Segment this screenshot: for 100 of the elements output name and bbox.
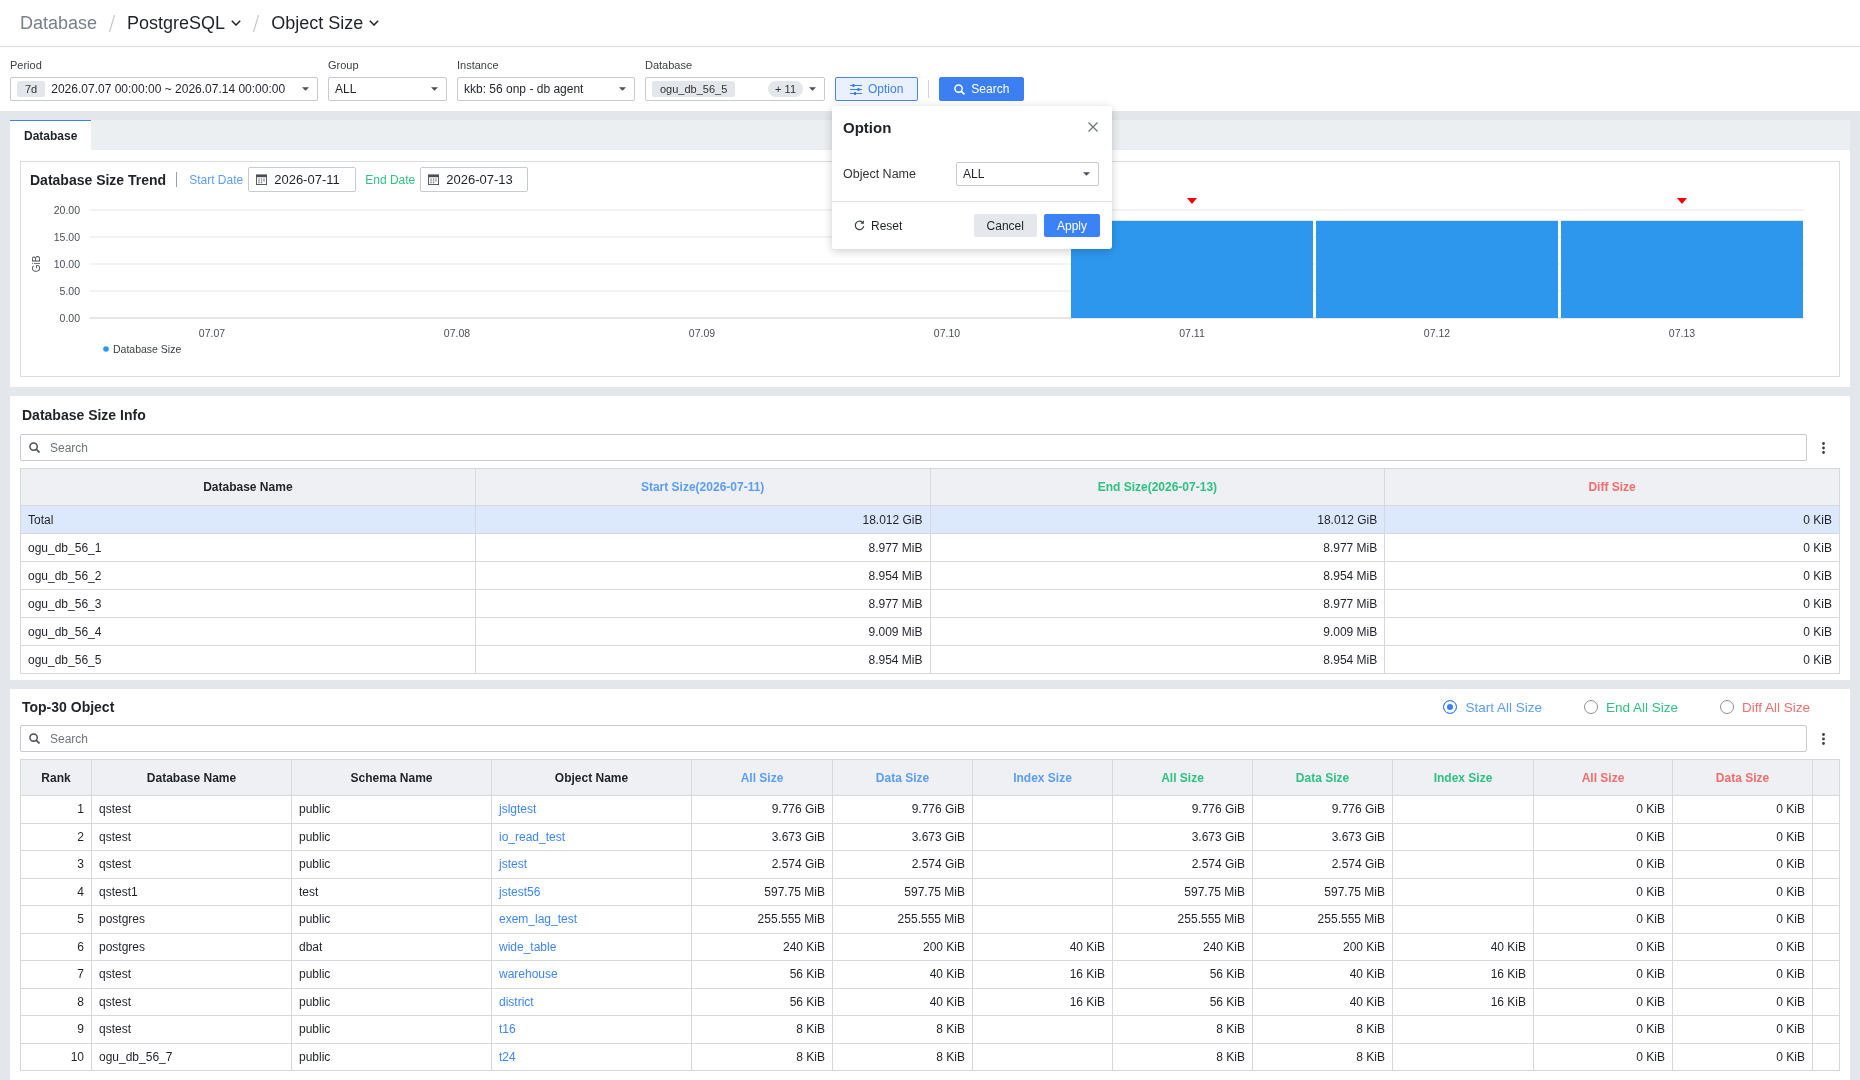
table-row[interactable]: ogu_db_56_1 8.977 MiB 8.977 MiB 0 KiB — [20, 533, 1840, 562]
object-link[interactable]: t24 — [499, 1049, 516, 1064]
column-header[interactable]: Index Size — [972, 759, 1113, 796]
column-header[interactable]: All Size — [691, 759, 833, 796]
search-field[interactable]: Search — [20, 434, 1807, 461]
date-marker-icon — [1677, 198, 1687, 204]
radio-button[interactable] — [1583, 700, 1598, 714]
table-cell: postgres — [91, 905, 292, 933]
table-cell: 16 KiB — [1392, 960, 1534, 988]
table-cell: ogu_db_56_1 — [20, 533, 476, 562]
date-label: End Date — [365, 172, 416, 187]
column-header[interactable]: End Size(2026-07-13) — [930, 468, 1385, 506]
column-header[interactable]: Start Size(2026-07-11) — [475, 468, 930, 506]
dropdown[interactable]: ALL — [328, 77, 447, 101]
more-icon[interactable] — [1822, 732, 1825, 745]
table-cell: 8 KiB — [1112, 1043, 1253, 1071]
radio-label[interactable]: Start All Size — [1465, 699, 1542, 715]
column-header[interactable]: All Size — [1112, 759, 1253, 796]
table-cell: 3.673 GiB — [1112, 823, 1253, 851]
object-link[interactable]: jstest — [499, 857, 527, 872]
table-cell: 255.555 MiB — [832, 905, 973, 933]
caret-icon — [809, 87, 816, 91]
table-cell: qstest1 — [91, 878, 292, 906]
axis-label: 10.00 — [53, 257, 80, 270]
column-header[interactable]: All Size — [1533, 759, 1673, 796]
table-cell: 0 KiB — [1533, 905, 1673, 933]
table-cell: qstest — [91, 823, 292, 851]
table-cell: 0 KiB — [1672, 823, 1813, 851]
table-cell: 40 KiB — [1252, 960, 1393, 988]
axis-label: 07.13 — [1668, 327, 1696, 339]
axis-label: 07.11 — [1179, 327, 1205, 339]
radio-label[interactable]: End All Size — [1605, 699, 1678, 715]
table-cell: 8 KiB — [832, 1015, 973, 1043]
filter-label: Database — [645, 59, 694, 72]
table-cell: 3.673 GiB — [691, 823, 833, 851]
object-link[interactable]: wide_table — [499, 939, 557, 954]
column-header[interactable]: Database Name — [91, 759, 292, 796]
object-link[interactable]: warehouse — [499, 967, 558, 982]
column-header[interactable]: Rank — [20, 759, 92, 796]
table-row[interactable]: Total 18.012 GiB 18.012 GiB 0 KiB — [20, 505, 1840, 534]
table-cell: 4 — [20, 878, 92, 906]
object-link[interactable]: jslgtest — [499, 802, 537, 817]
table-cell: public — [291, 988, 492, 1016]
table-cell: qstest — [91, 795, 292, 823]
column-header[interactable]: Data Size — [1672, 759, 1813, 796]
table-row[interactable]: ogu_db_56_3 8.977 MiB 8.977 MiB 0 KiB — [20, 589, 1840, 618]
object-link[interactable]: district — [499, 994, 534, 1009]
table-row[interactable]: ogu_db_56_4 9.009 MiB 9.009 MiB 0 KiB — [20, 617, 1840, 646]
table-cell: 0 KiB — [1672, 1043, 1813, 1071]
column-header[interactable]: Schema Name — [291, 759, 492, 796]
table-cell: 7 — [20, 960, 92, 988]
dropdown[interactable]: kkb: 56 onp - db agent — [457, 77, 635, 101]
breadcrumb-item[interactable]: Database — [20, 12, 98, 34]
multi-select-dropdown[interactable]: ogu_db_56_5 + 11 — [645, 77, 825, 101]
table-cell: ogu_db_56_7 — [91, 1043, 292, 1071]
reset-button[interactable]: Reset — [854, 218, 903, 233]
dropdown[interactable]: ALL — [956, 162, 1099, 186]
period-picker[interactable]: 7d 2026.07.07 00:00:00 ~ 2026.07.14 00:00:00 — [10, 77, 318, 101]
table-row[interactable]: ogu_db_56_5 8.954 MiB 8.954 MiB 0 KiB — [20, 645, 1840, 674]
radio-label[interactable]: Diff All Size — [1741, 699, 1810, 715]
column-header[interactable]: Data Size — [832, 759, 973, 796]
table-cell: 0 KiB — [1533, 960, 1673, 988]
apply-button[interactable]: Apply — [1043, 214, 1100, 237]
chevron-down-icon — [369, 20, 380, 26]
date-field[interactable]: 2026-07-13 — [420, 167, 529, 192]
tab[interactable]: Database — [10, 120, 92, 150]
option-button[interactable]: Option — [835, 77, 919, 101]
legend-label: Database Size — [113, 343, 182, 355]
column-header[interactable]: Database Name — [20, 468, 476, 506]
more-icon[interactable] — [1822, 441, 1825, 454]
panel-title: Database Size Info — [22, 407, 146, 423]
table-cell: 9 — [20, 1015, 92, 1043]
table-cell: 0 KiB — [1533, 878, 1673, 906]
object-link[interactable]: io_read_test — [499, 829, 566, 844]
table-cell: 6 — [20, 933, 92, 961]
object-link[interactable]: t16 — [499, 1022, 516, 1037]
search-field[interactable]: Search — [20, 725, 1807, 752]
object-link[interactable]: jstest56 — [499, 884, 541, 899]
column-header[interactable]: Index Size — [1392, 759, 1534, 796]
breadcrumb-item[interactable]: Object Size — [271, 12, 380, 34]
filter-label: Group — [328, 59, 360, 72]
radio-button[interactable] — [1719, 700, 1734, 714]
table-cell: 0 KiB — [1672, 988, 1813, 1016]
table-row[interactable]: ogu_db_56_2 8.954 MiB 8.954 MiB 0 KiB — [20, 561, 1840, 590]
caret-icon — [619, 87, 626, 91]
field-label: Object Name — [843, 167, 917, 181]
column-header[interactable]: Data Size — [1252, 759, 1393, 796]
table-cell: 3 — [20, 850, 92, 878]
table-cell: 8.977 MiB — [930, 589, 1385, 618]
cancel-button[interactable]: Cancel — [973, 214, 1037, 237]
search-button[interactable]: Search — [939, 77, 1025, 101]
column-header[interactable]: Object Name — [491, 759, 692, 796]
close-icon[interactable] — [1088, 122, 1098, 132]
chevron-down-icon — [231, 20, 242, 26]
caret-icon — [1083, 172, 1090, 176]
breadcrumb-item[interactable]: PostgreSQL — [127, 12, 242, 34]
radio-button[interactable] — [1443, 700, 1458, 714]
table-cell: 0 KiB — [1672, 960, 1813, 988]
column-header[interactable]: Diff Size — [1384, 468, 1840, 506]
date-field[interactable]: 2026-07-11 — [248, 167, 357, 192]
